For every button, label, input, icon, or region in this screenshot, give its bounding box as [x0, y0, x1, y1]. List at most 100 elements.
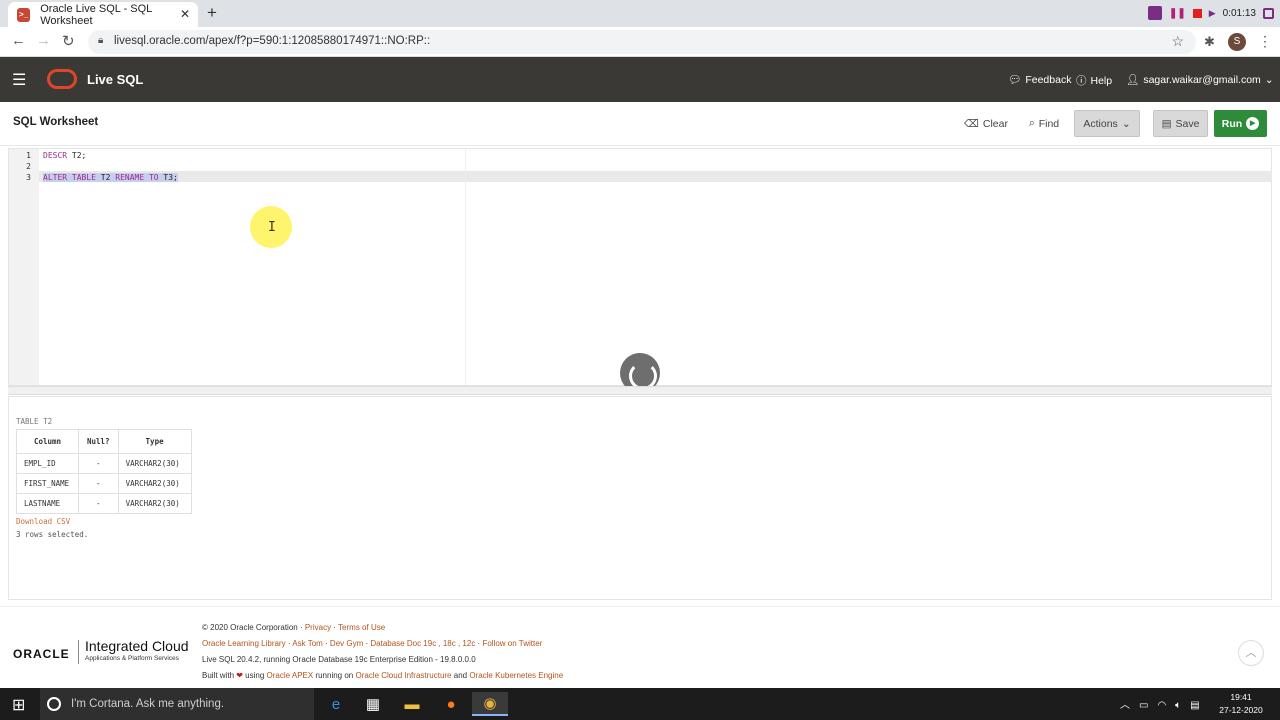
table-cell: -: [78, 453, 119, 474]
edge-icon[interactable]: e: [318, 692, 354, 716]
line-number-gutter: [9, 149, 39, 385]
sql-text: T2: [95, 173, 116, 182]
recorder-menu-icon[interactable]: [1263, 7, 1274, 19]
user-menu[interactable]: 👤︎ sagar.waikar@gmail.com ⌄: [1126, 73, 1274, 87]
table-header-row: Column Null? Type: [16, 429, 192, 454]
table-cell: VARCHAR2(30): [117, 453, 192, 474]
chrome-icon[interactable]: ◉: [472, 692, 508, 716]
twitter-link[interactable]: Follow on Twitter: [482, 639, 542, 648]
save-button[interactable]: ▤ Save: [1153, 110, 1208, 137]
extensions-icon[interactable]: ✱: [1204, 34, 1215, 50]
column-header: Null?: [78, 429, 119, 454]
database-doc-link[interactable]: Database Doc 19c , 18c , 12c: [370, 639, 475, 648]
page-footer: ORACLE Integrated Cloud Applications & P…: [0, 606, 1280, 688]
new-tab-icon[interactable]: +: [207, 3, 217, 23]
page-title: SQL Worksheet: [13, 116, 99, 128]
feedback-link[interactable]: 💬︎ Feedback: [1008, 73, 1071, 87]
sql-keyword: RENAME TO: [115, 173, 159, 182]
recorder-webcam-icon[interactable]: [1147, 6, 1162, 20]
privacy-link[interactable]: Privacy: [305, 623, 331, 632]
active-line-highlight: [9, 171, 1272, 182]
line-number: 1: [26, 151, 31, 160]
terms-link[interactable]: Terms of Use: [338, 623, 385, 632]
system-tray-icons[interactable]: ︿▭◠🔈︎▤: [1120, 696, 1209, 711]
oracle-favicon-icon: >_: [17, 7, 31, 22]
actions-menu-button[interactable]: Actions ⌄: [1074, 110, 1140, 137]
apex-link[interactable]: Oracle APEX: [267, 671, 314, 680]
table-cell: -: [78, 493, 119, 514]
sql-editor[interactable]: 1 2 3 DESCR T2; ALTER TABLE T2 RENAME TO…: [8, 148, 1272, 386]
oracle-logo-icon[interactable]: [47, 69, 77, 89]
close-tab-icon[interactable]: ✕: [180, 7, 190, 21]
separator: ·: [322, 639, 330, 648]
pane-resize-handle[interactable]: [8, 386, 1272, 395]
help-link[interactable]: ⓘ Help: [1076, 73, 1112, 88]
find-button[interactable]: ⌕ Find: [1024, 110, 1064, 137]
play-icon[interactable]: ▶: [1209, 8, 1216, 19]
clear-button[interactable]: ⌫ Clear: [964, 110, 1008, 137]
stop-icon[interactable]: [1192, 8, 1202, 18]
save-label: Save: [1175, 117, 1200, 130]
hamburger-menu-icon[interactable]: ☰: [12, 70, 26, 90]
run-button[interactable]: Run ▶: [1214, 110, 1267, 137]
clock-date: 27-12-2020: [1219, 705, 1263, 715]
taskbar-clock[interactable]: 19:41 27-12-2020: [1212, 691, 1270, 717]
cortana-search-box[interactable]: I'm Cortana. Ask me anything.: [40, 688, 314, 720]
profile-avatar[interactable]: S: [1228, 33, 1246, 51]
app-title[interactable]: Live SQL: [87, 72, 143, 87]
help-label: Help: [1090, 74, 1113, 87]
separator: ·: [331, 623, 339, 632]
forward-icon[interactable]: →: [36, 32, 51, 49]
save-icon: ▤: [1161, 117, 1172, 130]
screen-recorder-widget: ❚❚ ▶ 0:01:13: [1147, 4, 1274, 22]
oke-link[interactable]: Oracle Kubernetes Engine: [469, 671, 563, 680]
line-number: 2: [26, 162, 31, 171]
download-csv-link[interactable]: Download CSV: [16, 517, 70, 526]
browser-tab[interactable]: >_ Oracle Live SQL - SQL Worksheet ✕: [8, 2, 198, 27]
built-text: and: [451, 671, 470, 680]
heart-icon: ❤: [236, 671, 243, 680]
sql-keyword: ALTER TABLE: [43, 173, 96, 182]
describe-table: Column Null? Type EMPL_ID - VARCHAR2(30)…: [16, 429, 192, 514]
table-row: FIRST_NAME - VARCHAR2(30): [16, 473, 192, 494]
reload-icon[interactable]: ↻: [62, 32, 75, 50]
chevron-down-icon: ⌄: [1121, 117, 1131, 130]
oci-link[interactable]: Oracle Cloud Infrastructure: [355, 671, 451, 680]
ask-tom-link[interactable]: Ask Tom: [292, 639, 323, 648]
cortana-icon: [47, 697, 61, 711]
url-field[interactable]: 🔒︎ livesql.oracle.com/apex/f?p=590:1:120…: [88, 30, 1196, 54]
app-header: ☰ Live SQL 💬︎ Feedback ⓘ Help 👤︎ sagar.w…: [0, 57, 1280, 102]
windows-start-icon[interactable]: ⊞: [12, 695, 25, 715]
tab-title: Oracle Live SQL - SQL Worksheet: [40, 2, 152, 27]
footer-links-line: Oracle Learning Library · Ask Tom · Dev …: [202, 639, 542, 648]
firefox-icon[interactable]: ●: [433, 692, 469, 716]
table-cell: VARCHAR2(30): [117, 493, 192, 514]
editor-pane-split: [465, 149, 466, 385]
actions-label: Actions: [1083, 117, 1118, 130]
footer-version-line: Live SQL 20.4.2, running Oracle Database…: [202, 655, 476, 664]
rows-selected-status: 3 rows selected.: [16, 530, 89, 539]
column-header: Column: [16, 429, 79, 454]
file-explorer-icon[interactable]: ▬: [394, 692, 430, 716]
scroll-to-top-icon[interactable]: ︿: [1238, 640, 1264, 666]
table-cell: -: [78, 473, 119, 494]
line-number: 3: [26, 173, 31, 182]
built-text: Built with: [202, 671, 237, 680]
dev-gym-link[interactable]: Dev Gym: [330, 639, 363, 648]
footer-built-line: Built with ❤ using Oracle APEX running o…: [202, 671, 563, 680]
learning-library-link[interactable]: Oracle Learning Library: [202, 639, 286, 648]
user-email: sagar.waikar@gmail.com: [1143, 73, 1261, 86]
pause-icon[interactable]: ❚❚: [1169, 8, 1186, 19]
lock-icon: 🔒︎: [98, 35, 104, 46]
browser-menu-icon[interactable]: ⋮: [1258, 33, 1272, 50]
brand-subtitle: Applications & Platform Services: [85, 655, 179, 662]
bookmark-star-icon[interactable]: ☆: [1171, 33, 1184, 50]
find-icon: ⌕: [1028, 117, 1035, 129]
back-icon[interactable]: ←: [11, 32, 26, 49]
cortana-placeholder: I'm Cortana. Ask me anything.: [71, 698, 225, 710]
brand-divider: [78, 640, 79, 664]
store-icon[interactable]: ▦: [355, 692, 391, 716]
clock-time: 19:41: [1230, 692, 1252, 702]
built-text: running on: [313, 671, 356, 680]
results-pane: TABLE T2 Column Null? Type EMPL_ID - VAR…: [8, 396, 1272, 600]
